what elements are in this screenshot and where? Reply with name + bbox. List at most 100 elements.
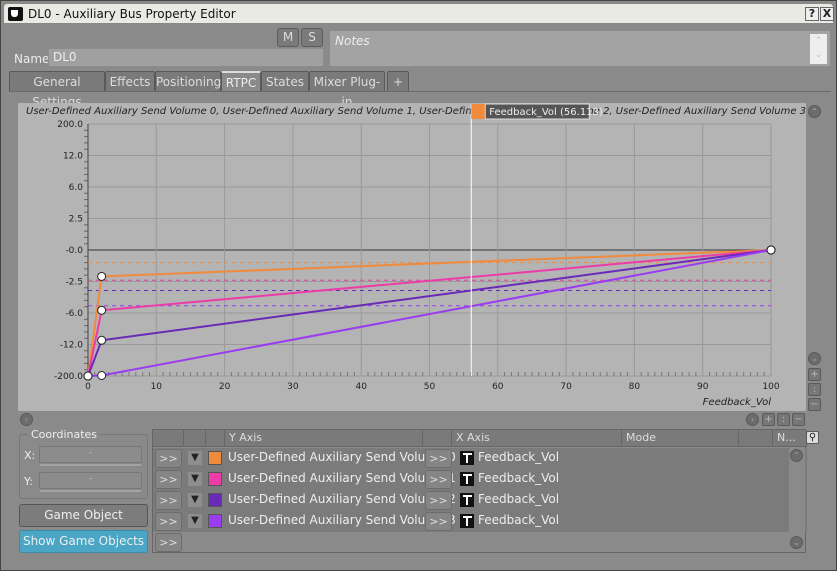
show-game-objects-button[interactable]: Show Game Objects <box>19 530 148 553</box>
table-row[interactable]: >> ▼ User-Defined Auxiliary Send Volume … <box>153 469 807 490</box>
col-blank[interactable] <box>739 430 773 447</box>
game-parameter-icon <box>460 493 474 507</box>
tab-states[interactable]: States <box>261 71 309 92</box>
game-parameter-icon <box>460 514 474 528</box>
tab-general-settings[interactable]: General Settings <box>9 71 105 109</box>
x-tick-label: 10 <box>151 382 163 392</box>
graph-horizontal-scrollbar[interactable]: ‹ › + : − <box>18 412 806 426</box>
tab-rtpc[interactable]: RTPC <box>221 71 261 92</box>
property-editor-window: DL0 - Auxiliary Bus Property Editor ? X … <box>0 0 837 571</box>
pin-icon[interactable]: ▼ <box>188 472 202 486</box>
scroll-up-icon[interactable]: ⌃ <box>790 449 803 462</box>
game-object-explorer-button[interactable]: Game Object Explorer... <box>19 504 148 543</box>
y-axis-label: User-Defined Auxiliary Send Volume 1 <box>228 471 456 485</box>
table-row[interactable]: >> ▼ User-Defined Auxiliary Send Volume … <box>153 448 807 469</box>
y-tick-label: -0.0 <box>65 246 83 256</box>
rtpc-graph[interactable]: User-Defined Auxiliary Send Volume 0, Us… <box>18 103 806 411</box>
zoom-out-x-icon[interactable]: − <box>792 413 805 426</box>
scroll-right-icon[interactable]: › <box>746 413 759 426</box>
color-swatch[interactable] <box>208 493 222 507</box>
y-tick-label: -6.0 <box>65 309 83 319</box>
x-axis-label: Feedback_Vol <box>478 513 560 527</box>
notes-scrollbar[interactable]: ⌃ ⌄ <box>810 34 827 64</box>
title-bar: DL0 - Auxiliary Bus Property Editor ? X <box>3 3 834 24</box>
col-y-axis[interactable]: Y Axis <box>225 430 423 447</box>
color-swatch[interactable] <box>208 472 222 486</box>
scroll-down-icon[interactable]: ⌄ <box>790 536 803 549</box>
game-parameter-icon <box>460 451 474 465</box>
pin-icon[interactable]: ▼ <box>188 493 202 507</box>
y-coord-label: Y: <box>24 475 33 488</box>
color-swatch[interactable] <box>208 514 222 528</box>
help-button[interactable]: ? <box>805 7 819 21</box>
mute-button[interactable]: M <box>277 28 299 47</box>
x-tick-label: 60 <box>492 382 504 392</box>
zoom-in-y-icon[interactable]: + <box>808 368 821 381</box>
curve-point <box>97 370 107 380</box>
y-coord-field[interactable]: - <box>39 472 142 489</box>
zoom-fit-y-icon[interactable]: : <box>808 383 821 396</box>
add-rtpc-button[interactable]: >> <box>155 533 182 552</box>
chevron-down-icon[interactable]: ⌄ <box>815 50 823 60</box>
name-label: Name <box>14 52 50 66</box>
col-x-expand[interactable] <box>423 430 452 447</box>
x-coord-slider[interactable] <box>39 463 142 467</box>
list-scrollbar[interactable]: ⌃ ⌄ <box>789 448 805 552</box>
chart-title: User-Defined Auxiliary Send Volume 0, Us… <box>26 106 806 117</box>
y-tick-label: 200.0 <box>57 120 83 130</box>
solo-button[interactable]: S <box>301 28 323 47</box>
scroll-up-icon[interactable]: ⌃ <box>808 105 821 118</box>
pin-icon[interactable]: ▼ <box>188 451 202 465</box>
tab-effects[interactable]: Effects <box>105 71 155 92</box>
x-tick-label: 70 <box>560 382 572 392</box>
coordinates-group: Coordinates X: - Y: - <box>19 428 148 499</box>
x-tick-label: 20 <box>219 382 231 392</box>
chevron-up-icon[interactable]: ⌃ <box>815 36 823 46</box>
rtpc-graph-svg[interactable]: User-Defined Auxiliary Send Volume 0, Us… <box>18 103 806 411</box>
col-mode[interactable]: Mode <box>622 430 739 447</box>
x-tick-label: 100 <box>762 382 779 392</box>
expand-y-button[interactable]: >> <box>155 449 182 468</box>
x-axis-label: Feedback_Vol <box>478 450 560 464</box>
col-notes[interactable]: N... <box>773 430 807 447</box>
expand-x-button[interactable]: >> <box>425 470 452 489</box>
notes-field[interactable]: Notes ⌃ ⌄ <box>329 30 831 67</box>
expand-x-button[interactable]: >> <box>425 491 452 510</box>
expand-y-button[interactable]: >> <box>155 512 182 531</box>
coordinates-title: Coordinates <box>28 428 101 441</box>
window-title: DL0 - Auxiliary Bus Property Editor <box>28 7 236 21</box>
col-color[interactable] <box>206 430 225 447</box>
zoom-fit-x-icon[interactable]: : <box>777 413 790 426</box>
pin-icon[interactable]: ▼ <box>188 514 202 528</box>
expand-y-button[interactable]: >> <box>155 491 182 510</box>
name-input[interactable]: DL0 <box>48 48 324 67</box>
table-row[interactable]: >> ▼ User-Defined Auxiliary Send Volume … <box>153 511 807 532</box>
tab-mixer-plugin[interactable]: Mixer Plug-in <box>309 71 385 109</box>
y-axis-label: User-Defined Auxiliary Send Volume 0 <box>228 450 456 464</box>
tab-add[interactable]: + <box>387 71 409 92</box>
col-x-axis[interactable]: X Axis <box>452 430 622 447</box>
col-pin[interactable] <box>184 430 206 447</box>
col-expand[interactable] <box>153 430 184 447</box>
expand-x-button[interactable]: >> <box>425 512 452 531</box>
y-tick-label: -200.0 <box>54 372 83 382</box>
tab-positioning[interactable]: Positioning <box>155 71 221 92</box>
expand-x-button[interactable]: >> <box>425 449 452 468</box>
close-button[interactable]: X <box>820 7 834 21</box>
curve-point <box>83 371 93 381</box>
search-icon[interactable]: ⚲ <box>806 431 819 444</box>
x-coord-field[interactable]: - <box>39 446 142 463</box>
expand-y-button[interactable]: >> <box>155 470 182 489</box>
tab-divider <box>9 91 831 92</box>
scroll-down-icon[interactable]: ⌄ <box>808 352 821 365</box>
rtpc-list-body: >> ▼ User-Defined Auxiliary Send Volume … <box>153 448 807 532</box>
zoom-out-y-icon[interactable]: − <box>808 398 821 411</box>
color-swatch[interactable] <box>208 451 222 465</box>
table-row[interactable]: >> ▼ User-Defined Auxiliary Send Volume … <box>153 490 807 511</box>
game-parameter-icon <box>460 472 474 486</box>
graph-vertical-scrollbar[interactable]: ⌃ ⌄ + : − <box>807 103 823 411</box>
y-coord-slider[interactable] <box>39 489 142 493</box>
scroll-left-icon[interactable]: ‹ <box>20 413 33 426</box>
notes-placeholder: Notes <box>335 34 370 48</box>
zoom-in-x-icon[interactable]: + <box>762 413 775 426</box>
